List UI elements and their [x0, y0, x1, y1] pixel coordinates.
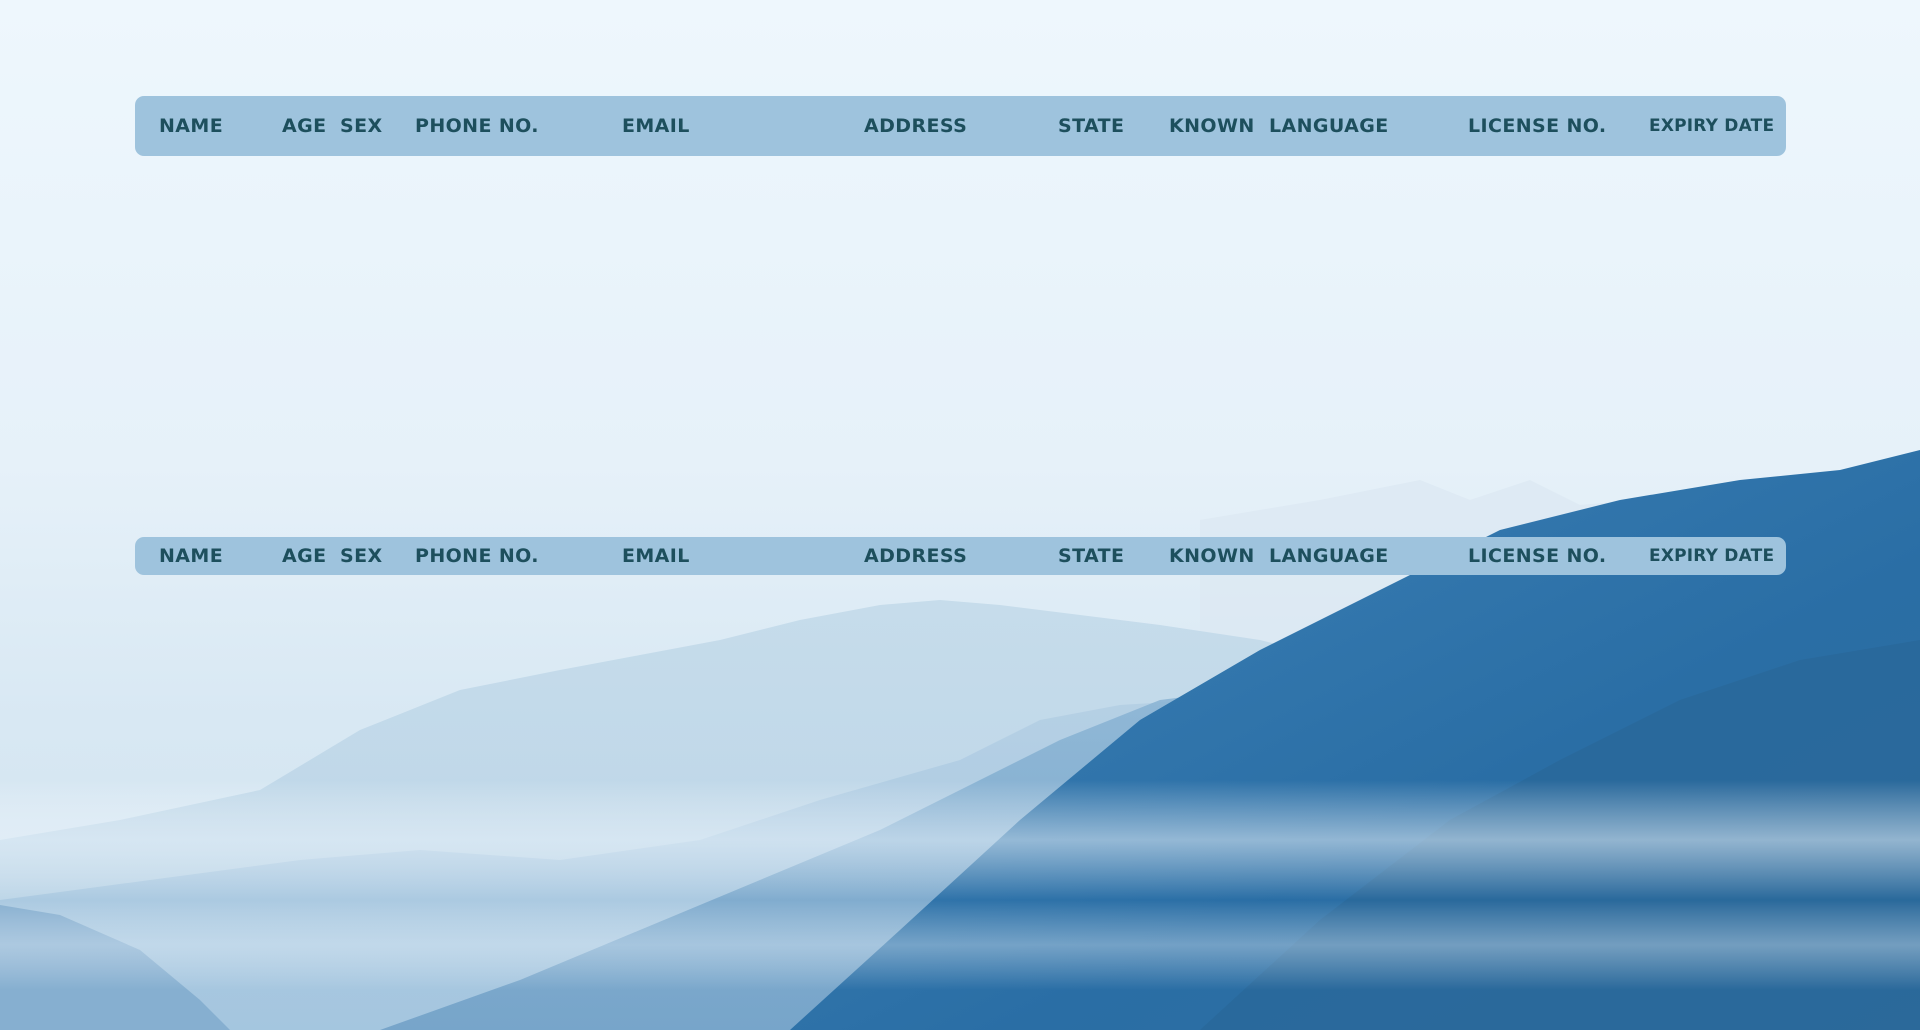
column-header-name: NAME: [159, 115, 224, 137]
column-header-expiry: EXPIRY DATE: [1649, 546, 1775, 566]
column-header-age: AGE: [282, 545, 327, 567]
column-header-state: STATE: [1058, 545, 1125, 567]
column-header-license: LICENSE NO.: [1468, 545, 1607, 567]
column-header-age: AGE: [282, 115, 327, 137]
column-header-known: KNOWN: [1169, 545, 1255, 567]
column-header-language: LANGUAGE: [1269, 545, 1389, 567]
table-header-bottom: NAME AGE SEX PHONE NO. EMAIL ADDRESS STA…: [135, 537, 1786, 575]
column-header-phone: PHONE NO.: [415, 115, 539, 137]
column-header-license: LICENSE NO.: [1468, 115, 1607, 137]
column-header-phone: PHONE NO.: [415, 545, 539, 567]
column-header-name: NAME: [159, 545, 224, 567]
column-header-expiry: EXPIRY DATE: [1649, 116, 1775, 136]
column-header-address: ADDRESS: [864, 115, 968, 137]
column-header-sex: SEX: [340, 115, 383, 137]
column-header-state: STATE: [1058, 115, 1125, 137]
column-header-language: LANGUAGE: [1269, 115, 1389, 137]
column-header-known: KNOWN: [1169, 115, 1255, 137]
column-header-email: EMAIL: [622, 545, 690, 567]
column-header-email: EMAIL: [622, 115, 690, 137]
column-header-sex: SEX: [340, 545, 383, 567]
column-header-address: ADDRESS: [864, 545, 968, 567]
table-header-top: NAME AGE SEX PHONE NO. EMAIL ADDRESS STA…: [135, 96, 1786, 156]
